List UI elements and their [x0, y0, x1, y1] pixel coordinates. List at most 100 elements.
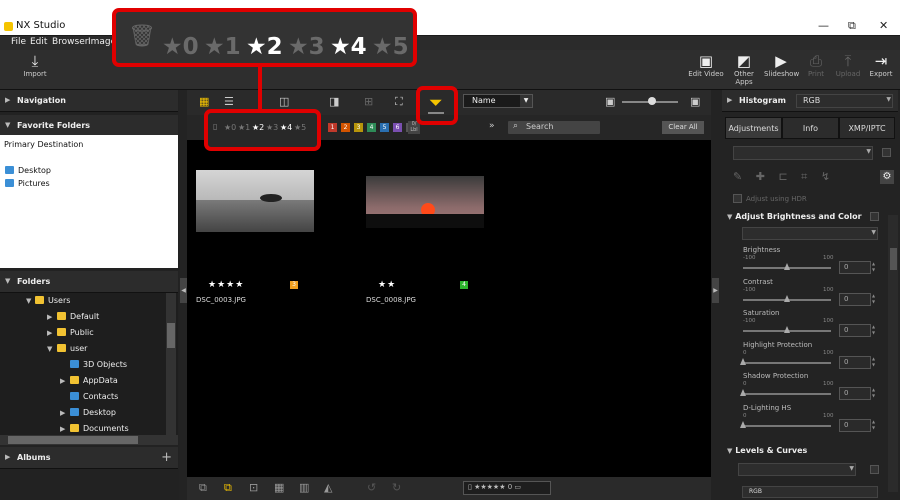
bandage-icon[interactable]: ✚ [756, 170, 765, 183]
image-thumbnail[interactable] [366, 176, 484, 228]
value-stepper[interactable]: ▲ ▼ [872, 387, 878, 400]
fit-icon[interactable]: ▣ [605, 95, 615, 108]
sort-order-select[interactable]: Name ▼ [463, 94, 533, 108]
favorite-folders-header[interactable]: ▼ Favorite Folders [0, 115, 178, 137]
more-filters-button[interactable]: » [489, 121, 495, 131]
print-button[interactable]: ⎙ Print [803, 52, 829, 78]
brightness-color-checkbox[interactable] [870, 212, 879, 221]
other-apps-button[interactable]: ◩ Other Apps [727, 52, 761, 86]
select-icon[interactable]: ⧉ [224, 481, 232, 495]
close-button[interactable]: ✕ [879, 19, 888, 32]
grid-view-icon[interactable]: ▦ [199, 95, 209, 108]
image-thumbnail[interactable] [196, 170, 314, 232]
image-label-badge[interactable]: 4 [460, 281, 468, 289]
tree-item-documents[interactable]: ▶ Documents [60, 423, 129, 435]
favorite-pictures[interactable]: Pictures [5, 179, 50, 188]
gear-icon[interactable]: ⚙ [880, 170, 894, 184]
slider-value-field[interactable]: 0 [839, 387, 871, 400]
label-filter-6[interactable]: 6 [393, 123, 402, 132]
scrollbar-thumb[interactable] [167, 323, 175, 348]
rating-filter-star-2[interactable]: ★2 [252, 123, 264, 132]
reset-checkbox[interactable] [882, 148, 891, 157]
slider-value-field[interactable]: 0 [839, 261, 871, 274]
upload-button[interactable]: ⤒ Upload [834, 52, 862, 78]
rating-filter-star-5[interactable]: ★5 [294, 123, 306, 132]
rating-filter-star-4[interactable]: ★4 [280, 123, 292, 132]
levels-preset-select[interactable]: ▼ [738, 463, 856, 476]
slideshow-button[interactable]: ▶ Slideshow [764, 52, 799, 78]
label-filter-3[interactable]: 3 [354, 123, 363, 132]
scrollbar-thumb[interactable] [8, 436, 138, 444]
add-album-button[interactable]: + [161, 450, 172, 465]
right-panel-scrollbar[interactable] [888, 215, 898, 492]
minimize-button[interactable]: — [818, 19, 829, 32]
levels-curves-checkbox[interactable] [870, 465, 879, 474]
label-filter-5[interactable]: 5 [380, 123, 389, 132]
value-stepper[interactable]: ▲ ▼ [872, 419, 878, 432]
value-stepper[interactable]: ▲ ▼ [872, 293, 878, 306]
chevron-down-icon[interactable]: ▼ [872, 267, 878, 273]
chevron-down-icon[interactable]: ▼ [872, 330, 878, 336]
tree-item-users[interactable]: ▼ Users [26, 295, 70, 307]
full-size-icon[interactable]: ▣ [690, 95, 700, 108]
menu-file[interactable]: File [11, 37, 26, 47]
value-stepper[interactable]: ▲ ▼ [872, 356, 878, 369]
image-rating[interactable]: ★★★★ [208, 280, 244, 290]
list-view-icon[interactable]: ☰ [224, 95, 234, 108]
bottom-rating-filter[interactable]: ▯ ★★★★★ 0 ▭ [463, 481, 551, 495]
chevron-down-icon[interactable]: ▼ [872, 393, 878, 399]
clear-all-button[interactable]: Clear All [662, 121, 704, 134]
folder-tree-horizontal-scrollbar[interactable] [0, 435, 178, 445]
tree-item-desktop[interactable]: ▶ Desktop [60, 407, 116, 419]
export-button[interactable]: ⇥ Export [868, 52, 894, 78]
tree-item-default[interactable]: ▶ Default [47, 311, 99, 323]
tab-info[interactable]: Info [782, 117, 839, 139]
slider-track[interactable] [743, 393, 831, 395]
frame-icon[interactable]: ⊡ [249, 481, 258, 494]
value-stepper[interactable]: ▲ ▼ [872, 324, 878, 337]
histogram-mode-select[interactable]: RGB ▼ [796, 94, 893, 108]
favorite-desktop[interactable]: Desktop [5, 166, 51, 175]
histogram-icon[interactable]: ◭ [324, 481, 332, 494]
navigation-header[interactable]: ▶ Navigation [0, 90, 178, 112]
adjust-hdr-checkbox[interactable] [733, 194, 742, 203]
chevron-down-icon[interactable]: ▼ [872, 425, 878, 431]
tree-item-user[interactable]: ▼ user [47, 343, 87, 355]
compare-view-icon[interactable]: ◫ [279, 95, 289, 108]
search-field[interactable]: ⌕ Search [508, 121, 600, 134]
chevron-down-icon[interactable]: ▼ [872, 299, 878, 305]
tree-item-public[interactable]: ▶ Public [47, 327, 94, 339]
brightness-preset-select[interactable]: ▼ [742, 227, 878, 240]
pencil-icon[interactable]: ✎ [733, 170, 742, 183]
levels-channel-select[interactable]: RGB [742, 486, 878, 498]
network-icon[interactable]: ⊞ [364, 95, 373, 108]
collapse-right-panel-button[interactable]: ▶ [712, 278, 719, 303]
slider-value-field[interactable]: 0 [839, 419, 871, 432]
slider-value-field[interactable]: 0 [839, 293, 871, 306]
collapse-left-panel-button[interactable]: ◀ [180, 278, 187, 303]
thumbnail-size-slider-knob[interactable] [648, 97, 656, 105]
slider-value-field[interactable]: 0 [839, 356, 871, 369]
rotate-right-icon[interactable]: ↻ [392, 481, 401, 494]
folders-header[interactable]: ▼ Folders [0, 271, 178, 293]
edit-video-button[interactable]: ▣ Edit Video [688, 52, 724, 78]
picture-control-select[interactable]: ▼ [733, 146, 873, 160]
albums-header[interactable]: ▶ Albums + [0, 447, 178, 469]
label-filter-1[interactable]: 1 [328, 123, 337, 132]
redeye-icon[interactable]: ↯ [821, 170, 830, 183]
menu-edit[interactable]: Edit [30, 37, 47, 47]
slider-value-field[interactable]: 0 [839, 324, 871, 337]
grid-icon[interactable]: ▦ [274, 481, 284, 494]
slider-track[interactable] [743, 362, 831, 364]
split-view-icon[interactable]: ◨ [329, 95, 339, 108]
label-filter-2[interactable]: 2 [341, 123, 350, 132]
scrollbar-thumb[interactable] [890, 248, 897, 270]
favorite-primary-destination[interactable]: Primary Destination [4, 140, 83, 149]
rating-filter-star-3[interactable]: ★3 [266, 123, 278, 132]
tab-adjustments[interactable]: Adjustments [725, 117, 782, 139]
stack-icon[interactable]: ⧉ [199, 481, 207, 495]
chevron-down-icon[interactable]: ▼ [872, 362, 878, 368]
filter-icon[interactable]: ⏷ [429, 93, 443, 113]
value-stepper[interactable]: ▲ ▼ [872, 261, 878, 274]
tree-item-contacts[interactable]: Contacts [70, 391, 118, 403]
